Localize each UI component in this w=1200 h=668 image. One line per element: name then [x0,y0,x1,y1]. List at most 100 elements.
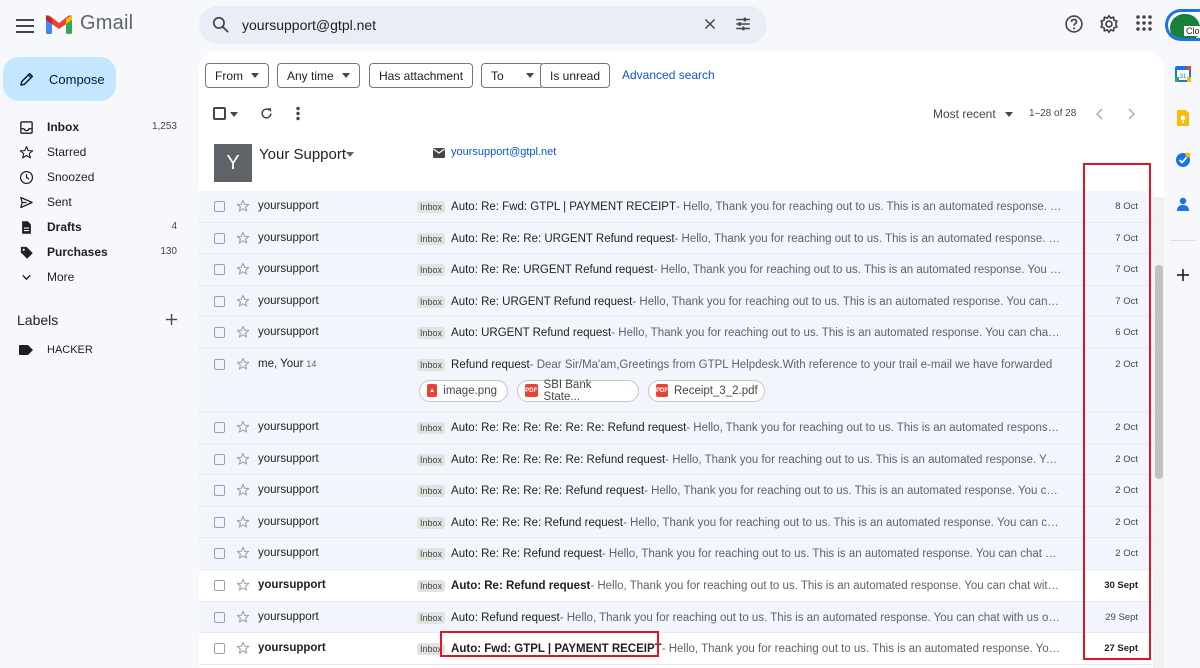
select-dropdown-icon[interactable] [230,112,238,117]
inbox-badge[interactable]: Inbox [417,579,446,592]
chevron-right-icon[interactable] [1125,107,1137,121]
star-toggle-icon[interactable] [236,357,250,371]
email-row[interactable]: yoursupport Inbox Auto: Re: Re: Re: Refund… [199,506,1154,539]
row-checkbox[interactable] [214,453,225,465]
label-item-hacker[interactable]: HACKER [0,340,190,362]
attachment-chip[interactable]: PDF SBI Bank State... [517,379,639,403]
row-checkbox[interactable] [214,643,225,655]
row-checkbox[interactable] [214,232,225,244]
inbox-badge[interactable]: Inbox [417,643,446,656]
star-toggle-icon[interactable] [236,452,250,466]
email-row[interactable]: yoursupport Inbox Auto: Fwd: GTPL | PAYMEN… [199,633,1154,665]
tasks-icon[interactable] [1175,152,1191,168]
search-icon[interactable] [211,15,230,34]
email-row[interactable]: yoursupport Inbox Auto: Refund request - H… [199,601,1154,634]
row-checkbox[interactable] [214,358,225,370]
email-row[interactable]: yoursupport Inbox Auto: Re: Re: Refund req… [199,538,1154,570]
inbox-badge[interactable]: Inbox [417,264,446,277]
email-row[interactable]: yoursupport Inbox Auto: Re: Re: Re: URGENT… [199,222,1154,255]
contact-name[interactable]: Your Support [259,146,346,163]
inbox-badge[interactable]: Inbox [417,548,446,561]
inbox-badge[interactable]: Inbox [417,611,446,624]
inbox-badge[interactable]: Inbox [417,485,446,498]
attachment-chip[interactable]: PDF Receipt_3_2.pdf [648,379,765,402]
chevron-left-icon[interactable] [1094,107,1106,121]
row-checkbox[interactable] [214,201,225,212]
contacts-icon[interactable] [1175,196,1191,212]
star-toggle-icon[interactable] [236,420,250,434]
sort-caret-icon[interactable] [1005,112,1013,117]
sidebar-item-starred[interactable]: Starred [0,139,190,164]
search-bar[interactable]: yoursupport@gtpl.net [199,6,767,44]
contact-caret-icon[interactable] [346,152,354,157]
star-toggle-icon[interactable] [236,483,250,497]
inbox-badge[interactable]: Inbox [417,453,446,466]
email-row[interactable]: yoursupport Inbox Auto: Re: Re: Re: Re: Re… [199,443,1154,476]
sort-dropdown[interactable]: Most recent [933,107,996,121]
email-row[interactable]: yoursupport Inbox Auto: Re: Re: URGENT Ref… [199,254,1154,286]
filter-any-time-chip[interactable]: Any time [277,63,360,88]
add-label-icon[interactable] [164,312,179,327]
row-checkbox[interactable] [214,327,225,339]
row-checkbox[interactable] [214,421,225,433]
row-checkbox[interactable] [214,579,225,591]
star-toggle-icon[interactable] [236,546,250,560]
search-input[interactable]: yoursupport@gtpl.net [242,17,376,33]
keep-icon[interactable] [1175,110,1191,126]
star-toggle-icon[interactable] [236,610,250,624]
email-row[interactable]: yoursupport Inbox Auto: Re: Re: Re: Re: Re… [199,475,1154,507]
filter-is-unread-chip[interactable]: Is unread [540,63,611,88]
email-row[interactable]: yoursupport Inbox Auto: URGENT Refund requ… [199,317,1154,349]
star-toggle-icon[interactable] [236,294,250,308]
sidebar-item-drafts[interactable]: Drafts 4 [0,214,190,239]
email-row[interactable]: yoursupport Inbox Auto: Re: Refund request… [199,569,1154,602]
sidebar-item-sent[interactable]: Sent [0,189,190,214]
more-vertical-icon[interactable] [291,106,305,121]
sidebar-item-inbox[interactable]: Inbox 1,253 [0,114,190,139]
inbox-badge[interactable]: Inbox [417,516,446,529]
filter-to-chip[interactable]: To [481,63,544,88]
sidebar-item-purchases[interactable]: Purchases 130 [0,239,190,264]
inbox-badge[interactable]: Inbox [417,327,446,340]
apps-grid-icon[interactable] [1135,14,1153,32]
inbox-badge[interactable]: Inbox [417,232,446,245]
star-toggle-icon[interactable] [236,231,250,245]
calendar-icon[interactable]: 31 [1175,66,1191,82]
star-toggle-icon[interactable] [236,515,250,529]
inbox-badge[interactable]: Inbox [417,421,446,434]
contact-email-link[interactable]: yoursupport@gtpl.net [451,146,556,158]
filter-from-chip[interactable]: From [205,63,269,88]
row-checkbox[interactable] [214,485,225,497]
star-toggle-icon[interactable] [236,199,250,213]
row-checkbox[interactable] [214,295,225,307]
row-checkbox[interactable] [214,516,225,528]
email-row[interactable]: yoursupport Inbox Auto: Re: Re: Re: Re: Re… [199,411,1154,444]
row-checkbox[interactable] [214,611,225,623]
refresh-icon[interactable] [259,106,274,121]
star-toggle-icon[interactable] [236,578,250,592]
attachment-chip[interactable]: ▲ image.png [419,379,508,402]
search-options-icon[interactable] [734,15,752,33]
row-checkbox[interactable] [214,264,225,276]
sidebar-item-more[interactable]: More [0,264,190,289]
inbox-badge[interactable]: Inbox [417,201,446,213]
email-row[interactable]: yoursupport Inbox Auto: Re: URGENT Refund … [199,285,1154,318]
star-toggle-icon[interactable] [236,641,250,655]
star-toggle-icon[interactable] [236,325,250,339]
gmail-logo[interactable]: Gmail [46,12,133,35]
email-row[interactable]: yoursupport Inbox Auto: Re: Fwd: GTPL | PA… [199,191,1154,223]
email-row[interactable]: me, Your 14 Inbox Refund request - Dear Sir… [199,348,1154,412]
clear-search-icon[interactable] [701,15,719,33]
filter-has-attachment-chip[interactable]: Has attachment [369,63,474,88]
account-avatar[interactable]: Clos [1165,9,1200,41]
add-addon-icon[interactable] [1175,267,1191,283]
sidebar-item-snoozed[interactable]: Snoozed [0,164,190,189]
compose-button[interactable]: Compose [3,57,116,101]
settings-gear-icon[interactable] [1099,14,1119,34]
row-checkbox[interactable] [214,548,225,560]
scrollbar-thumb[interactable] [1155,265,1163,479]
select-all-checkbox[interactable] [213,107,226,120]
star-toggle-icon[interactable] [236,262,250,276]
inbox-badge[interactable]: Inbox [417,295,446,308]
main-menu-button[interactable] [12,13,38,39]
